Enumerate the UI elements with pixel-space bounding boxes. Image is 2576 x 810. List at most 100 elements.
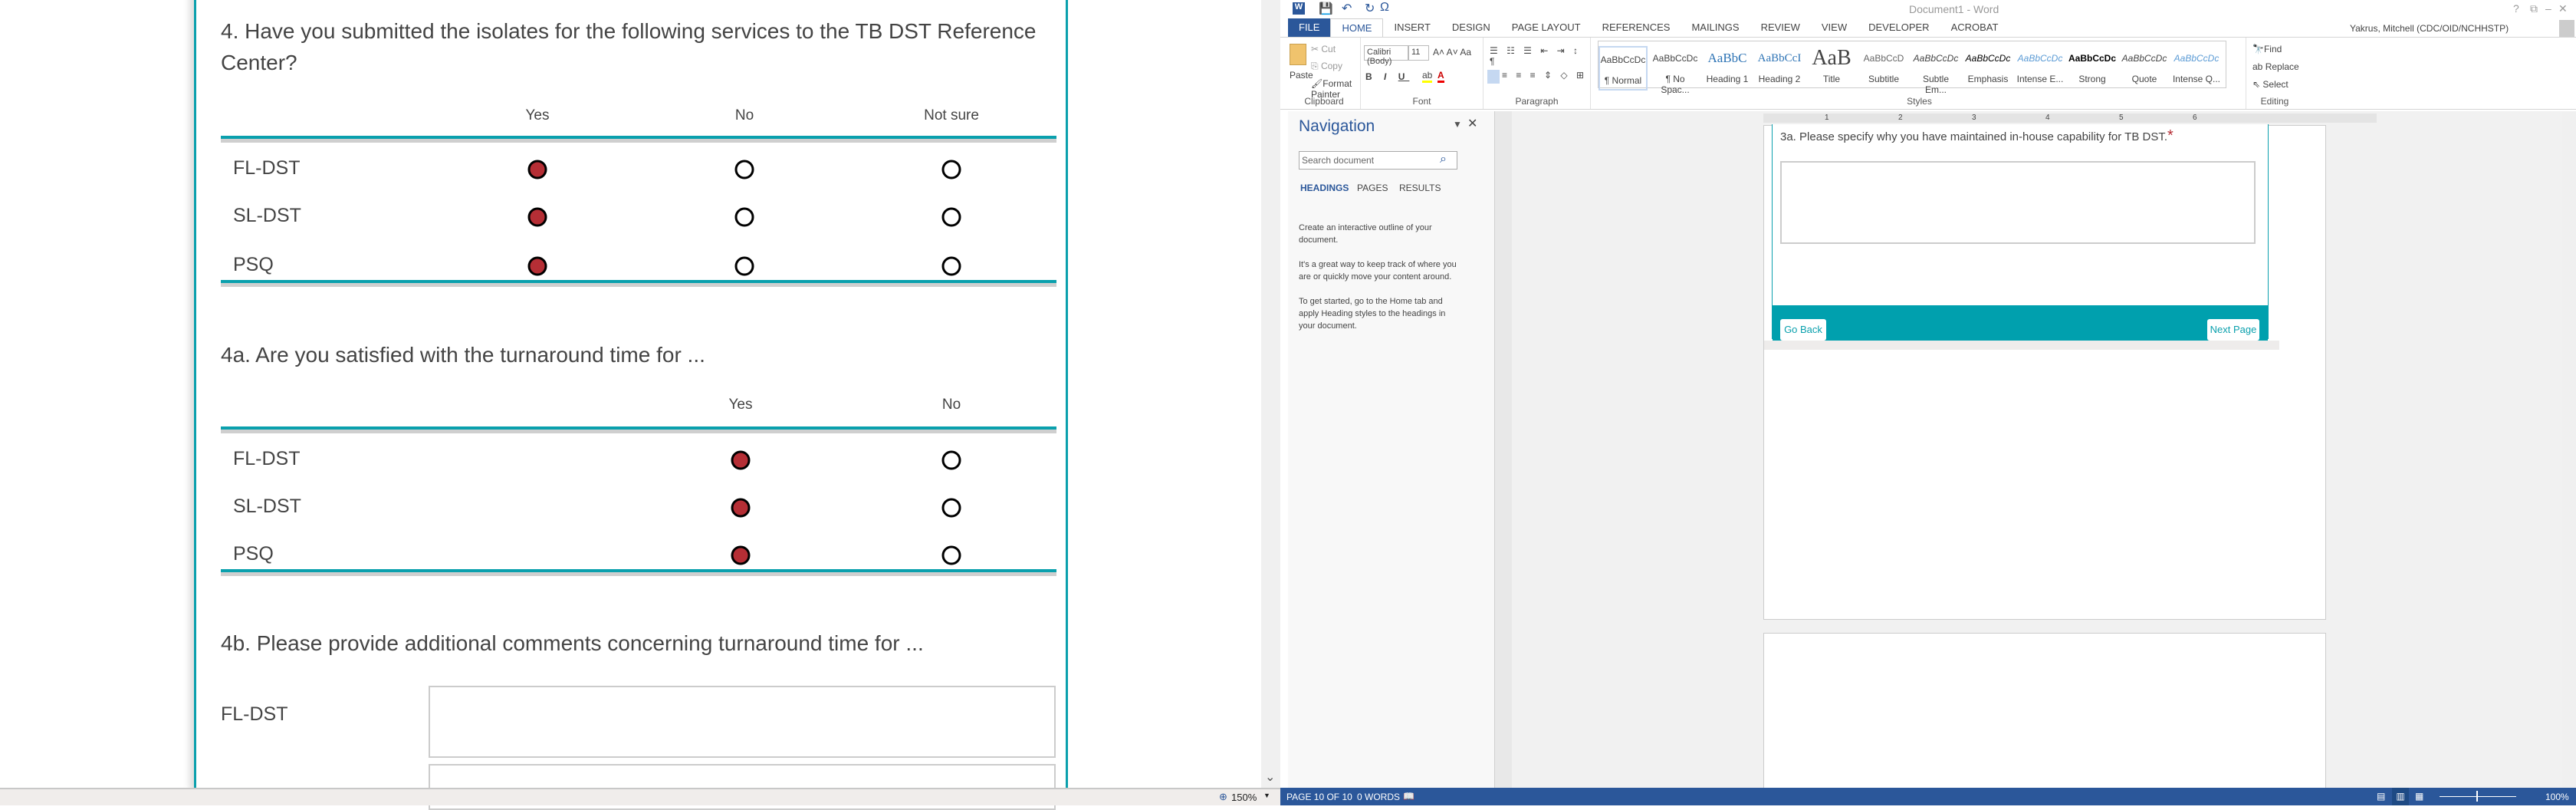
page: [1763, 633, 2326, 794]
style-4[interactable]: AaB Title: [1807, 46, 1856, 91]
tab-references[interactable]: REFERENCES: [1592, 18, 1681, 38]
tab-developer[interactable]: DEVELOPER: [1858, 18, 1940, 38]
answer-textarea[interactable]: [1780, 161, 2256, 244]
style-0[interactable]: AaBbCcDc ¶ Normal: [1598, 46, 1648, 91]
word-count[interactable]: 0 WORDS: [1357, 792, 1400, 802]
format-buttons[interactable]: B I U: [1365, 71, 1409, 82]
find-button[interactable]: 🔭Find: [2252, 44, 2282, 54]
select-button[interactable]: ⇖ Select: [2252, 79, 2288, 90]
user-name[interactable]: Yakrus, Mitchell (CDC/OID/NCHHSTP): [2350, 23, 2509, 34]
radio-button[interactable]: [941, 545, 961, 565]
tab-pages[interactable]: PAGES: [1357, 183, 1388, 193]
nav-options-icon[interactable]: ▼: [1453, 119, 1462, 130]
tab-page-layout[interactable]: PAGE LAYOUT: [1501, 18, 1592, 38]
style-10[interactable]: AaBbCcDc Quote: [2120, 46, 2169, 91]
radio-button[interactable]: [527, 160, 547, 179]
minimize-button[interactable]: –: [2545, 2, 2551, 15]
radio-button[interactable]: [527, 207, 547, 227]
align-buttons[interactable]: ≡ ≡ ≡ ⇕ ◇ ⊞: [1502, 70, 1587, 81]
radio-button[interactable]: [731, 450, 751, 470]
redo-icon[interactable]: ↻: [1365, 1, 1375, 16]
search-icon[interactable]: ⌕: [1440, 153, 1447, 166]
tab-results[interactable]: RESULTS: [1399, 183, 1441, 193]
style-preview: AaBbCcDc: [1913, 53, 1959, 64]
avatar[interactable]: [2559, 20, 2574, 37]
style-9[interactable]: AaBbCcDc Strong: [2068, 46, 2117, 91]
zoom-level[interactable]: 150%: [1231, 792, 1257, 803]
style-name: ¶ Normal: [1604, 75, 1642, 86]
radio-button[interactable]: [731, 545, 751, 565]
style-11[interactable]: AaBbCcDc Intense Q...: [2172, 46, 2221, 91]
word-logo-icon: W: [1293, 2, 1305, 15]
tab-acrobat[interactable]: ACROBAT: [1940, 18, 2009, 38]
zoom-icon[interactable]: ⊕: [1219, 791, 1227, 803]
go-back-button[interactable]: Go Back: [1780, 319, 1826, 341]
vertical-scrollbar[interactable]: [2562, 111, 2576, 788]
read-mode-icon[interactable]: ▤: [2377, 791, 2385, 802]
style-2[interactable]: AaBbC Heading 1: [1703, 46, 1752, 91]
radio-button[interactable]: [941, 160, 961, 179]
font-color-icon[interactable]: A: [1438, 70, 1444, 83]
fl-dst-comment-input[interactable]: [429, 686, 1056, 758]
ribbon-display-button[interactable]: ⧉: [2530, 2, 2538, 15]
font-size-select[interactable]: 11: [1408, 45, 1429, 61]
style-5[interactable]: AaBbCcD Subtitle: [1859, 46, 1908, 91]
grow-font-icon[interactable]: A˄ A˅ Aa: [1433, 47, 1471, 58]
copy-button[interactable]: ⎘ Copy: [1311, 61, 1342, 72]
zoom-level[interactable]: 100%: [2545, 792, 2569, 802]
style-7[interactable]: AaBbCcDc Emphasis: [1963, 46, 2013, 91]
style-preview: AaBbC: [1707, 51, 1747, 65]
zoom-dropdown-icon[interactable]: ▼: [1263, 792, 1270, 799]
tab-mailings[interactable]: MAILINGS: [1681, 18, 1750, 38]
radio-button[interactable]: [941, 207, 961, 227]
close-button[interactable]: ✕: [2558, 2, 2568, 15]
word-window: W 💾 ↶ ↻ Ω Document1 - Word ? ⧉ – ✕ FILE H…: [1280, 0, 2576, 805]
undo-icon[interactable]: ↶: [1342, 1, 1352, 16]
help-button[interactable]: ?: [2513, 2, 2519, 15]
tab-headings[interactable]: HEADINGS: [1300, 183, 1349, 193]
radio-button[interactable]: [731, 498, 751, 518]
tab-insert[interactable]: INSERT: [1383, 18, 1441, 38]
vertical-scrollbar[interactable]: ⌄: [1261, 0, 1280, 788]
list-buttons[interactable]: ☰ ☷ ☰ ⇤ ⇥ ↕ ¶: [1490, 45, 1590, 67]
page-count[interactable]: PAGE 10 OF 10: [1286, 792, 1352, 802]
close-icon[interactable]: ✕: [1467, 116, 1477, 131]
symbol-icon[interactable]: Ω: [1380, 1, 1389, 15]
radio-button[interactable]: [941, 256, 961, 276]
radio-button[interactable]: [941, 498, 961, 518]
zoom-slider[interactable]: [2440, 796, 2516, 797]
next-page-button[interactable]: Next Page: [2207, 319, 2259, 341]
style-3[interactable]: AaBbCcI Heading 2: [1755, 46, 1804, 91]
radio-button[interactable]: [527, 256, 547, 276]
tab-file[interactable]: FILE: [1288, 18, 1331, 38]
radio-button[interactable]: [941, 450, 961, 470]
question-4: 4. Have you submitted the isolates for t…: [221, 19, 1037, 74]
search-document-input[interactable]: Search document: [1299, 151, 1457, 170]
paste-button[interactable]: Paste: [1290, 70, 1313, 81]
radio-button[interactable]: [734, 207, 754, 227]
horizontal-ruler[interactable]: 1 2 3 4 5 6: [1763, 114, 2377, 123]
style-8[interactable]: AaBbCcDc Intense E...: [2016, 46, 2065, 91]
save-icon[interactable]: 💾: [1319, 2, 1333, 15]
tab-design[interactable]: DESIGN: [1441, 18, 1501, 38]
zoom-slider-thumb[interactable]: [2476, 791, 2478, 802]
highlight-icon[interactable]: ab: [1422, 70, 1433, 83]
tab-view[interactable]: VIEW: [1811, 18, 1858, 38]
row-label: FL-DST: [233, 448, 301, 469]
web-layout-icon[interactable]: ▦: [2415, 791, 2423, 802]
style-name: Strong: [2078, 74, 2106, 84]
replace-button[interactable]: ab Replace: [2252, 61, 2299, 72]
cut-button[interactable]: ✂ Cut: [1311, 44, 1336, 54]
scroll-down-icon[interactable]: ⌄: [1265, 769, 1275, 785]
tab-home[interactable]: HOME: [1330, 18, 1384, 38]
style-6[interactable]: AaBbCcDc Subtle Em...: [1911, 46, 1960, 95]
tab-review[interactable]: REVIEW: [1750, 18, 1811, 38]
print-layout-icon[interactable]: ▥: [2392, 788, 2409, 805]
font-name-select[interactable]: Calibri (Body): [1364, 45, 1408, 66]
paste-icon[interactable]: [1290, 44, 1306, 65]
radio-button[interactable]: [734, 256, 754, 276]
radio-button[interactable]: [734, 160, 754, 179]
align-left-button[interactable]: [1487, 70, 1500, 84]
style-1[interactable]: AaBbCcDc ¶ No Spac...: [1651, 46, 1700, 95]
proofing-icon[interactable]: 📖: [1403, 791, 1414, 802]
